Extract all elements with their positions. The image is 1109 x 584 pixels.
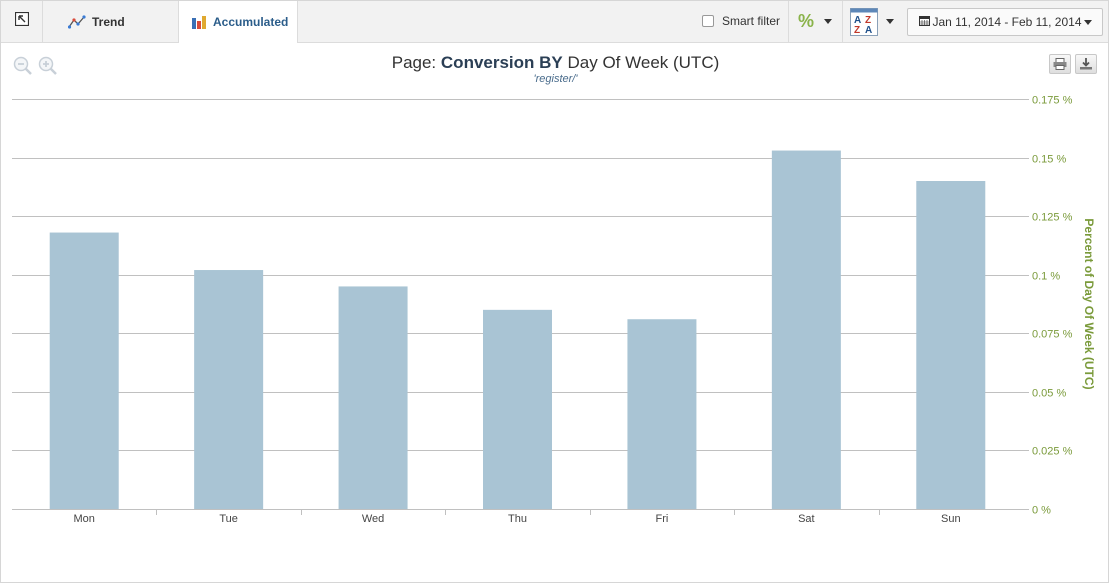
x-tick-label: Mon <box>74 513 95 525</box>
chart-widget: Trend Accumulated Smart filter % A Z Z A… <box>0 0 1109 583</box>
bar-mon <box>49 232 119 510</box>
y-tick-label: 0 % <box>1032 505 1051 517</box>
y-tick-label: 0.075 % <box>1032 329 1073 341</box>
y-tick-label: 0.175 % <box>1032 95 1073 107</box>
bar-wed <box>338 286 408 509</box>
y-tick-label: 0.1 % <box>1032 271 1060 283</box>
x-tick-label: Sat <box>798 513 815 525</box>
bar-tue <box>194 270 264 509</box>
x-tick-label: Thu <box>508 513 527 525</box>
bar-thu <box>483 309 552 509</box>
y-tick-label: 0.025 % <box>1032 446 1073 458</box>
bar-sun <box>916 181 986 509</box>
x-tick-label: Tue <box>219 513 238 525</box>
y-tick-label: 0.125 % <box>1032 212 1073 224</box>
x-tick-label: Fri <box>656 513 669 525</box>
bar-chart: 0 % 0.025 % 0.05 % 0.075 % 0.1 % 0.125 % 0.15 … <box>12 95 1096 525</box>
x-tick-label: Wed <box>362 513 384 525</box>
y-tick-label: 0.05 % <box>1032 388 1066 400</box>
bar-sat <box>771 150 841 510</box>
x-tick-label: Sun <box>941 513 961 525</box>
y-axis-title: Percent of Day Of Week (UTC) <box>1082 218 1096 389</box>
y-tick-label: 0.15 % <box>1032 154 1066 166</box>
bar-fri <box>627 319 697 509</box>
